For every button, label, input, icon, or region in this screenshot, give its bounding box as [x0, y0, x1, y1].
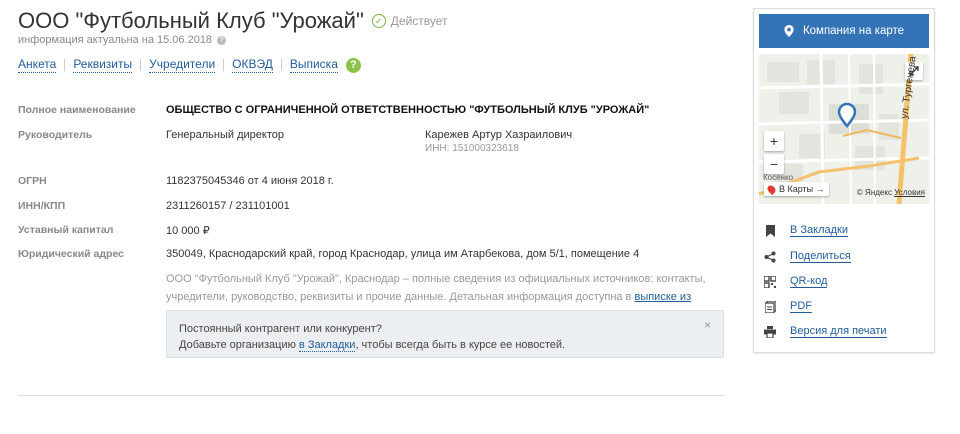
zoom-out-button[interactable]: −: [764, 154, 784, 174]
open-in-maps-label: В Карты →: [779, 184, 825, 194]
notice-line-2-end: , чтобы всегда быть в курсе ее новостей.: [355, 339, 566, 351]
director-label: Руководитель: [18, 129, 93, 141]
copyright-text: © Яндекс: [856, 188, 892, 197]
map-button-label: Компания на карте: [802, 25, 905, 37]
full-name-label: Полное наименование: [18, 104, 136, 116]
director-inn: ИНН: 151000323618: [425, 143, 519, 154]
qr-code-label: QR-код: [790, 275, 828, 288]
sidebar: Компания на карте + − ул. Тургенева Косе…: [753, 8, 935, 353]
inn-kpp-label: ИНН/КПП: [18, 200, 66, 212]
tab-divider: [140, 59, 142, 71]
inn-kpp-value: 2311260157 / 231101001: [166, 200, 290, 212]
tab-vypiska[interactable]: Выписка: [289, 57, 338, 73]
help-icon[interactable]: ?: [345, 57, 361, 73]
map-widget[interactable]: + − ул. Тургенева Косенко В Карты → © Ян…: [759, 54, 929, 204]
share-link[interactable]: Поделиться: [764, 250, 929, 263]
map-pin-icon: [784, 25, 794, 37]
tab-divider: [223, 59, 225, 71]
yandex-pin-icon: [765, 183, 778, 195]
tabs: Анкета Реквизиты Учредители ОКВЭД Выписк…: [18, 57, 361, 73]
capital-label: Уставный капитал: [18, 224, 114, 236]
company-on-map-button[interactable]: Компания на карте: [759, 14, 929, 48]
tab-anketa[interactable]: Анкета: [18, 57, 57, 73]
map-copyright: © Яндекс Условия: [857, 188, 925, 197]
pdf-label: PDF: [790, 300, 812, 313]
notice-bookmarks-link[interactable]: в Закладки: [298, 339, 356, 352]
pdf-icon: [764, 300, 776, 313]
address-label: Юридический адрес: [18, 248, 124, 260]
bookmark-icon: [764, 224, 776, 237]
title-row: ООО "Футбольный Клуб "Урожай" ✓ Действуе…: [18, 8, 448, 34]
tab-divider: [280, 59, 282, 71]
open-in-maps-button[interactable]: В Карты →: [764, 182, 829, 196]
bookmarks-link[interactable]: В Закладки: [764, 224, 929, 237]
address-value: 350049, Краснодарский край, город Красно…: [166, 248, 640, 260]
qr-code-link[interactable]: QR-код: [764, 275, 929, 288]
notice-line-2: Добавьте организацию в Закладки, чтобы в…: [179, 337, 711, 353]
qr-code-icon: [764, 275, 776, 288]
capital-value: 10 000 ₽: [166, 225, 210, 237]
tab-okved[interactable]: ОКВЭД: [232, 57, 273, 73]
map-terms-link[interactable]: Условия: [894, 188, 925, 197]
status-text: Действует: [390, 14, 448, 28]
bookmark-notice: Постоянный контрагент или конкурент? Доб…: [166, 310, 724, 358]
status-badge: ✓ Действует: [371, 14, 448, 28]
tab-divider: [64, 59, 66, 71]
bookmarks-label: В Закладки: [790, 224, 849, 237]
map-district-label: Косенко: [763, 173, 794, 182]
description-text: ООО "Футбольный Клуб "Урожай", Краснодар…: [166, 273, 706, 303]
full-name-value: ОБЩЕСТВО С ОГРАНИЧЕННОЙ ОТВЕТСТВЕННОСТЬЮ…: [166, 104, 650, 116]
question-icon[interactable]: ?: [217, 35, 227, 45]
print-version-link[interactable]: Версия для печати: [764, 325, 929, 338]
actuality-note: информация актуальна на 15.06.2018 ?: [18, 34, 227, 46]
notice-line-2-start: Добавьте организацию: [179, 339, 296, 351]
print-icon: [764, 325, 776, 338]
director-title: Генеральный директор: [166, 129, 284, 141]
close-icon[interactable]: ×: [704, 317, 711, 333]
print-version-label: Версия для печати: [790, 325, 887, 338]
tab-uchrediteli[interactable]: Учредители: [149, 57, 216, 73]
director-name: Карежев Артур Хазраилович: [425, 129, 573, 141]
pdf-link[interactable]: PDF: [764, 300, 929, 313]
tab-rekvizity[interactable]: Реквизиты: [73, 57, 133, 73]
ogrn-label: ОГРН: [18, 175, 47, 187]
divider: [18, 395, 725, 396]
actuality-text: информация актуальна на 15.06.2018: [18, 34, 213, 46]
ogrn-value: 1182375045346 от 4 июня 2018 г.: [166, 175, 334, 187]
share-icon: [764, 251, 776, 263]
notice-line-1: Постоянный контрагент или конкурент?: [179, 323, 382, 335]
check-circle-icon: ✓: [371, 14, 386, 28]
page-title: ООО "Футбольный Клуб "Урожай": [18, 8, 364, 33]
share-label: Поделиться: [790, 250, 851, 263]
zoom-in-button[interactable]: +: [764, 131, 784, 151]
